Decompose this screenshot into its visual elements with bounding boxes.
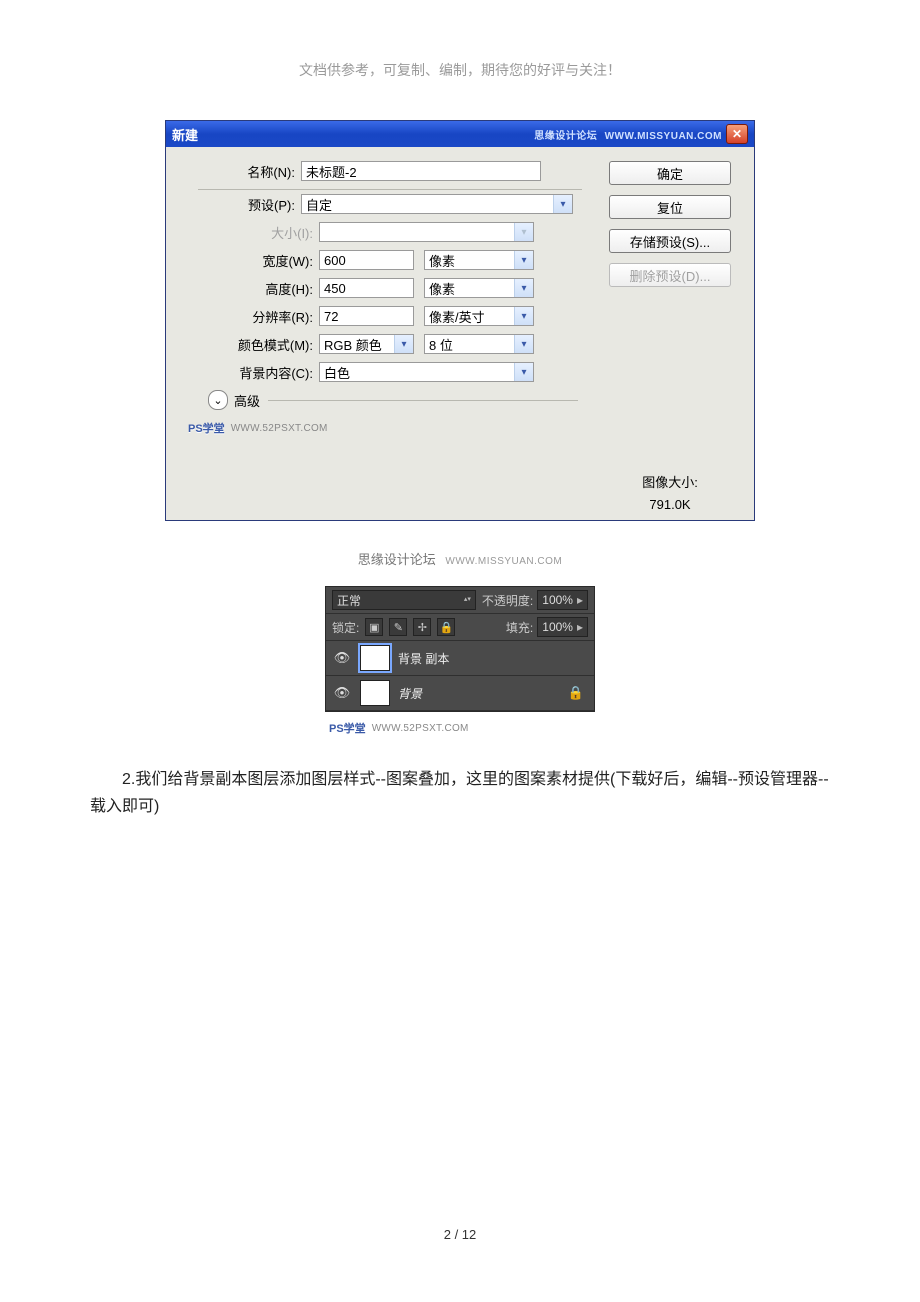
- advanced-label: 高级: [234, 391, 260, 410]
- size-label: 大小(I):: [198, 223, 319, 242]
- preset-label: 预设(P):: [198, 195, 301, 214]
- visibility-icon[interactable]: 👁: [332, 650, 352, 666]
- image-size-label: 图像大小:: [642, 472, 698, 491]
- mid-caption: 思缘设计论坛 WWW.MISSYUAN.COM: [0, 549, 920, 568]
- titlebar-brand: 思缘设计论坛 WWW.MISSYUAN.COM: [534, 127, 722, 142]
- chevron-down-icon: ▾: [394, 335, 413, 353]
- layer-thumbnail[interactable]: [360, 680, 390, 706]
- layer-row[interactable]: 👁 背景 副本: [326, 641, 594, 676]
- bgcontent-select[interactable]: 白色 ▾: [319, 362, 534, 382]
- resolution-input[interactable]: 72: [319, 306, 414, 326]
- save-preset-button[interactable]: 存储预设(S)...: [609, 229, 731, 253]
- ok-button[interactable]: 确定: [609, 161, 731, 185]
- dialog-titlebar: 新建 思缘设计论坛 WWW.MISSYUAN.COM ✕: [166, 121, 754, 147]
- chevron-down-icon: ▾: [514, 307, 533, 325]
- layer-row[interactable]: 👁 背景 🔒: [326, 676, 594, 711]
- updown-icon: ▴▾: [464, 597, 471, 603]
- name-label: 名称(N):: [180, 162, 301, 181]
- watermark-badge: PS学堂: [188, 420, 225, 436]
- watermark: PS学堂 WWW.52PSXT.COM: [325, 720, 595, 736]
- preset-select[interactable]: 自定 ▾: [301, 194, 573, 214]
- size-select: ▾: [319, 222, 534, 242]
- chevron-down-icon: ▾: [514, 363, 533, 381]
- width-label: 宽度(W):: [198, 251, 319, 270]
- header-note: 文档供参考，可复制、编制，期待您的好评与关注！: [0, 60, 920, 80]
- fill-input[interactable]: 100%▸: [537, 617, 588, 637]
- chevron-down-icon: ▾: [514, 251, 533, 269]
- reset-button[interactable]: 复位: [609, 195, 731, 219]
- visibility-icon[interactable]: 👁: [332, 685, 352, 701]
- chevron-down-icon: ▾: [514, 223, 533, 241]
- lock-label: 锁定:: [332, 619, 359, 636]
- lock-icon: 🔒: [568, 685, 588, 701]
- height-label: 高度(H):: [198, 279, 319, 298]
- height-input[interactable]: 450: [319, 278, 414, 298]
- watermark-badge: PS学堂: [329, 720, 366, 736]
- lock-paint-icon[interactable]: ✎: [389, 618, 407, 636]
- chevron-down-icon: ▸: [577, 593, 583, 607]
- opacity-label: 不透明度:: [482, 592, 533, 609]
- colormode-select[interactable]: RGB 颜色 ▾: [319, 334, 414, 354]
- close-icon[interactable]: ✕: [726, 124, 748, 144]
- page-footer: 2 / 12: [0, 1227, 920, 1242]
- name-input[interactable]: 未标题-2: [301, 161, 541, 181]
- chevron-down-icon: ▾: [553, 195, 572, 213]
- image-size-value: 791.0K: [642, 497, 698, 512]
- divider: [268, 400, 578, 401]
- width-input[interactable]: 600: [319, 250, 414, 270]
- layer-name: 背景 副本: [398, 650, 588, 667]
- dialog-title: 新建: [172, 125, 198, 144]
- layers-panel: 正常 ▴▾ 不透明度: 100%▸ 锁定: ▣ ✎ ✢ 🔒 填充: 100: [325, 586, 595, 712]
- watermark-url: WWW.52PSXT.COM: [372, 723, 469, 734]
- opacity-input[interactable]: 100%▸: [537, 590, 588, 610]
- advanced-toggle[interactable]: ⌄: [208, 390, 228, 410]
- body-paragraph: 2.我们给背景副本图层添加图层样式--图案叠加，这里的图案素材提供(下载好后，编…: [90, 766, 830, 820]
- resolution-label: 分辨率(R):: [198, 307, 319, 326]
- new-document-dialog: 新建 思缘设计论坛 WWW.MISSYUAN.COM ✕ 名称(N): 未标题-…: [165, 120, 755, 521]
- width-unit-select[interactable]: 像素 ▾: [424, 250, 534, 270]
- lock-all-icon[interactable]: 🔒: [437, 618, 455, 636]
- bgcontent-label: 背景内容(C):: [198, 363, 319, 382]
- chevron-down-icon: ▸: [577, 620, 583, 634]
- chevron-down-icon: ▾: [514, 335, 533, 353]
- watermark-url: WWW.52PSXT.COM: [231, 423, 328, 434]
- height-unit-select[interactable]: 像素 ▾: [424, 278, 534, 298]
- blend-mode-select[interactable]: 正常 ▴▾: [332, 590, 476, 610]
- chevron-down-icon: ▾: [514, 279, 533, 297]
- colormode-label: 颜色模式(M):: [198, 335, 319, 354]
- delete-preset-button: 删除预设(D)...: [609, 263, 731, 287]
- layer-name: 背景: [398, 685, 560, 702]
- layer-thumbnail[interactable]: [360, 645, 390, 671]
- lock-move-icon[interactable]: ✢: [413, 618, 431, 636]
- watermark: PS学堂 WWW.52PSXT.COM: [180, 420, 582, 440]
- fill-label: 填充:: [506, 619, 533, 636]
- lock-transparency-icon[interactable]: ▣: [365, 618, 383, 636]
- resolution-unit-select[interactable]: 像素/英寸 ▾: [424, 306, 534, 326]
- bitdepth-select[interactable]: 8 位 ▾: [424, 334, 534, 354]
